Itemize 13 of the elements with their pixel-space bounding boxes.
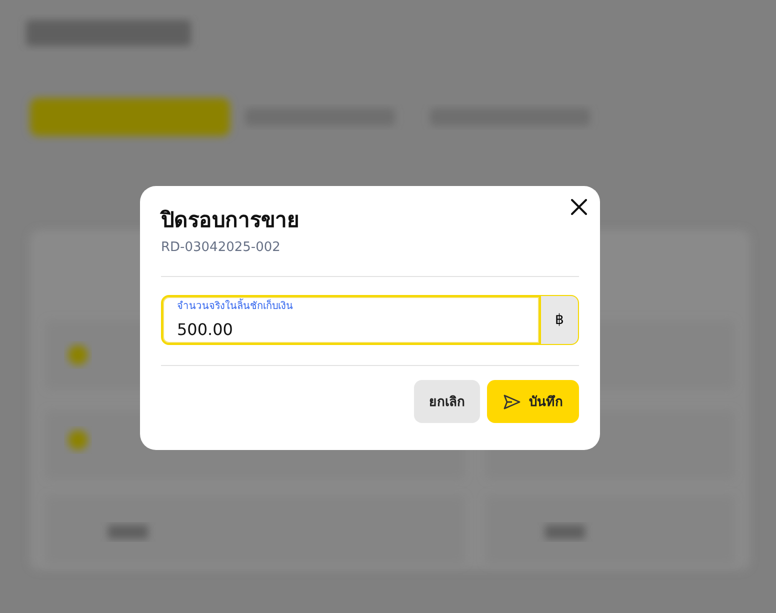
- field-label: จำนวนจริงในลิ้นชักเก็บเงิน: [177, 300, 293, 313]
- blurred-label: [108, 525, 148, 539]
- blurred-dot: [68, 345, 88, 365]
- blurred-dot: [68, 430, 88, 450]
- save-button[interactable]: บันทึก: [487, 380, 579, 423]
- blurred-tab[interactable]: [30, 98, 230, 136]
- close-icon[interactable]: [571, 199, 587, 215]
- cancel-button[interactable]: ยกเลิก: [414, 380, 480, 423]
- blurred-label: [545, 525, 585, 539]
- dialog-title: ปิดรอบการขาย: [161, 207, 300, 234]
- currency-suffix: ฿: [541, 295, 579, 345]
- receipt-number: RD-03042025-002: [161, 240, 282, 256]
- send-icon: [503, 394, 521, 410]
